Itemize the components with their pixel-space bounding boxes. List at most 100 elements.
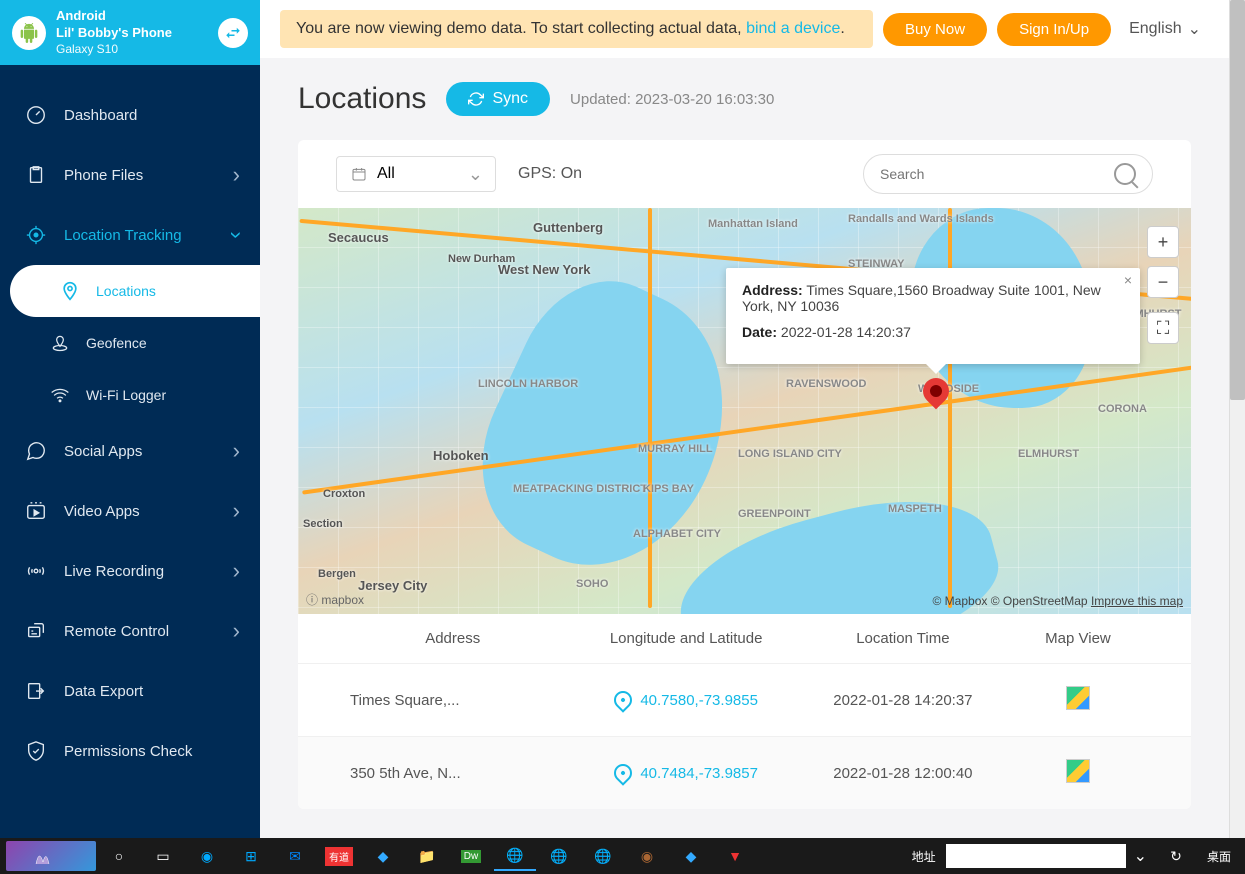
taskbar-address-input[interactable] bbox=[946, 844, 1126, 868]
updated-text: Updated: 2023-03-20 16:03:30 bbox=[570, 91, 774, 108]
language-label: English bbox=[1129, 20, 1181, 38]
sidebar-item-phone-files[interactable]: Phone Files bbox=[0, 145, 260, 205]
android-icon bbox=[12, 16, 46, 50]
improve-map-link[interactable]: Improve this map bbox=[1091, 594, 1183, 608]
banner-text-before: You are now viewing demo data. To start … bbox=[296, 20, 746, 37]
taskbar-taskview[interactable]: ▭ bbox=[142, 841, 184, 871]
dropdown-value: All bbox=[377, 165, 395, 183]
scrollbar-thumb[interactable] bbox=[1230, 0, 1245, 400]
sidebar-item-geofence[interactable]: Geofence bbox=[0, 317, 260, 369]
map[interactable]: Secaucus Guttenberg West New York New Du… bbox=[298, 208, 1191, 614]
taskbar-chrome[interactable]: 🌐 bbox=[538, 841, 580, 871]
swap-device-icon[interactable] bbox=[218, 18, 248, 48]
taskbar-refresh[interactable]: ↻ bbox=[1155, 841, 1197, 871]
demo-banner: You are now viewing demo data. To start … bbox=[280, 10, 873, 48]
sidebar-item-live-recording[interactable]: Live Recording bbox=[0, 541, 260, 601]
taskbar-store[interactable]: ⊞ bbox=[230, 841, 272, 871]
refresh-icon bbox=[468, 91, 484, 107]
language-select[interactable]: English ⌄ bbox=[1121, 19, 1209, 39]
sidebar-item-permissions-check[interactable]: Permissions Check bbox=[0, 721, 260, 781]
taskbar-chrome[interactable]: 🌐 bbox=[494, 841, 536, 871]
locations-table: Address Longitude and Latitude Location … bbox=[298, 614, 1191, 809]
sidebar-item-label: Locations bbox=[96, 283, 156, 299]
cell-mapview[interactable] bbox=[1003, 759, 1153, 787]
nav-list: Dashboard Phone Files Location Tracking … bbox=[0, 65, 260, 801]
device-model: Galaxy S10 bbox=[56, 42, 208, 58]
buy-now-button[interactable]: Buy Now bbox=[883, 13, 987, 46]
zoom-out-button[interactable]: − bbox=[1147, 266, 1179, 298]
chevron-down-icon: ⌄ bbox=[1188, 19, 1201, 39]
table-header: Address Longitude and Latitude Location … bbox=[298, 614, 1191, 663]
device-os: Android bbox=[56, 8, 208, 25]
shield-icon bbox=[24, 739, 48, 763]
cell-time: 2022-01-28 12:00:40 bbox=[803, 765, 1003, 782]
sidebar-item-social-apps[interactable]: Social Apps bbox=[0, 421, 260, 481]
taskbar-app[interactable]: ◆ bbox=[670, 841, 712, 871]
cell-address: Times Square,... bbox=[336, 692, 569, 709]
sidebar-item-location-tracking[interactable]: Location Tracking bbox=[0, 205, 260, 265]
scrollbar[interactable] bbox=[1229, 0, 1245, 838]
close-icon[interactable]: × bbox=[1124, 272, 1132, 288]
device-info: Android Lil' Bobby's Phone Galaxy S10 bbox=[56, 8, 208, 57]
sidebar-item-label: Remote Control bbox=[64, 623, 169, 640]
map-controls: + − ⛶ bbox=[1147, 226, 1179, 344]
search-input[interactable] bbox=[880, 166, 1104, 182]
date-filter-dropdown[interactable]: All bbox=[336, 156, 496, 192]
taskbar-app[interactable]: ▼ bbox=[714, 841, 756, 871]
map-info-popup: × Address: Times Square,1560 Broadway Su… bbox=[726, 268, 1140, 364]
sidebar-item-label: Social Apps bbox=[64, 443, 142, 460]
map-attribution: © Mapbox © OpenStreetMap Improve this ma… bbox=[933, 594, 1184, 608]
sidebar-item-video-apps[interactable]: Video Apps bbox=[0, 481, 260, 541]
map-label: Croxton bbox=[323, 488, 365, 500]
taskbar-app[interactable]: Dw bbox=[450, 841, 492, 871]
search-box[interactable] bbox=[863, 154, 1153, 194]
map-view-icon bbox=[1066, 759, 1090, 783]
taskbar-app[interactable]: ◉ bbox=[626, 841, 668, 871]
cell-mapview[interactable] bbox=[1003, 686, 1153, 714]
sync-button[interactable]: Sync bbox=[446, 82, 550, 116]
col-address: Address bbox=[336, 630, 569, 647]
cell-coords[interactable]: 40.7580,-73.9855 bbox=[569, 691, 802, 709]
sidebar-item-wifi-logger[interactable]: Wi-Fi Logger bbox=[0, 369, 260, 421]
taskbar-app[interactable]: 有道 bbox=[318, 841, 360, 871]
wifi-icon bbox=[48, 383, 72, 407]
sidebar: Android Lil' Bobby's Phone Galaxy S10 Da… bbox=[0, 0, 260, 838]
filter-row: All GPS: On bbox=[298, 140, 1191, 208]
chevron-down-icon[interactable]: ⌄ bbox=[1128, 846, 1153, 866]
taskbar-chrome[interactable]: 🌐 bbox=[582, 841, 624, 871]
taskbar-search[interactable]: ○ bbox=[98, 841, 140, 871]
recording-icon bbox=[24, 559, 48, 583]
zoom-in-button[interactable]: + bbox=[1147, 226, 1179, 258]
fullscreen-button[interactable]: ⛶ bbox=[1147, 312, 1179, 344]
table-row: Times Square,... 40.7580,-73.9855 2022-0… bbox=[298, 663, 1191, 736]
taskbar-label: 桌面 bbox=[1199, 848, 1239, 865]
bind-device-link[interactable]: bind a device bbox=[746, 20, 840, 37]
page-header: Locations Sync Updated: 2023-03-20 16:03… bbox=[260, 58, 1229, 140]
device-name: Lil' Bobby's Phone bbox=[56, 25, 208, 42]
calendar-icon bbox=[351, 166, 367, 182]
map-label: CORONA bbox=[1098, 403, 1147, 415]
map-label: ALPHABET CITY bbox=[633, 528, 721, 540]
sidebar-item-locations[interactable]: Locations bbox=[10, 265, 260, 317]
map-label: LONG ISLAND CITY bbox=[738, 448, 842, 460]
taskbar-mail[interactable]: ✉ bbox=[274, 841, 316, 871]
taskbar-label: 地址 bbox=[904, 848, 944, 865]
taskbar-explorer[interactable]: 📁 bbox=[406, 841, 448, 871]
taskbar-start[interactable] bbox=[6, 841, 96, 871]
taskbar-app[interactable]: ◆ bbox=[362, 841, 404, 871]
remote-icon bbox=[24, 619, 48, 643]
map-label: Jersey City bbox=[358, 578, 427, 593]
taskbar: ○ ▭ ◉ ⊞ ✉ 有道 ◆ 📁 Dw 🌐 🌐 🌐 ◉ ◆ ▼ 地址 ⌄ ↻ 桌… bbox=[0, 838, 1245, 874]
sidebar-item-data-export[interactable]: Data Export bbox=[0, 661, 260, 721]
sidebar-item-dashboard[interactable]: Dashboard bbox=[0, 85, 260, 145]
sign-in-button[interactable]: Sign In/Up bbox=[997, 13, 1111, 46]
cell-address: 350 5th Ave, N... bbox=[336, 765, 569, 782]
chat-icon bbox=[24, 439, 48, 463]
search-icon[interactable] bbox=[1114, 163, 1136, 185]
sidebar-item-remote-control[interactable]: Remote Control bbox=[0, 601, 260, 661]
map-label: Randalls and Wards Islands bbox=[848, 213, 994, 225]
taskbar-edge[interactable]: ◉ bbox=[186, 841, 228, 871]
cell-coords[interactable]: 40.7484,-73.9857 bbox=[569, 764, 802, 782]
dashboard-icon bbox=[24, 103, 48, 127]
table-row: 350 5th Ave, N... 40.7484,-73.9857 2022-… bbox=[298, 736, 1191, 809]
